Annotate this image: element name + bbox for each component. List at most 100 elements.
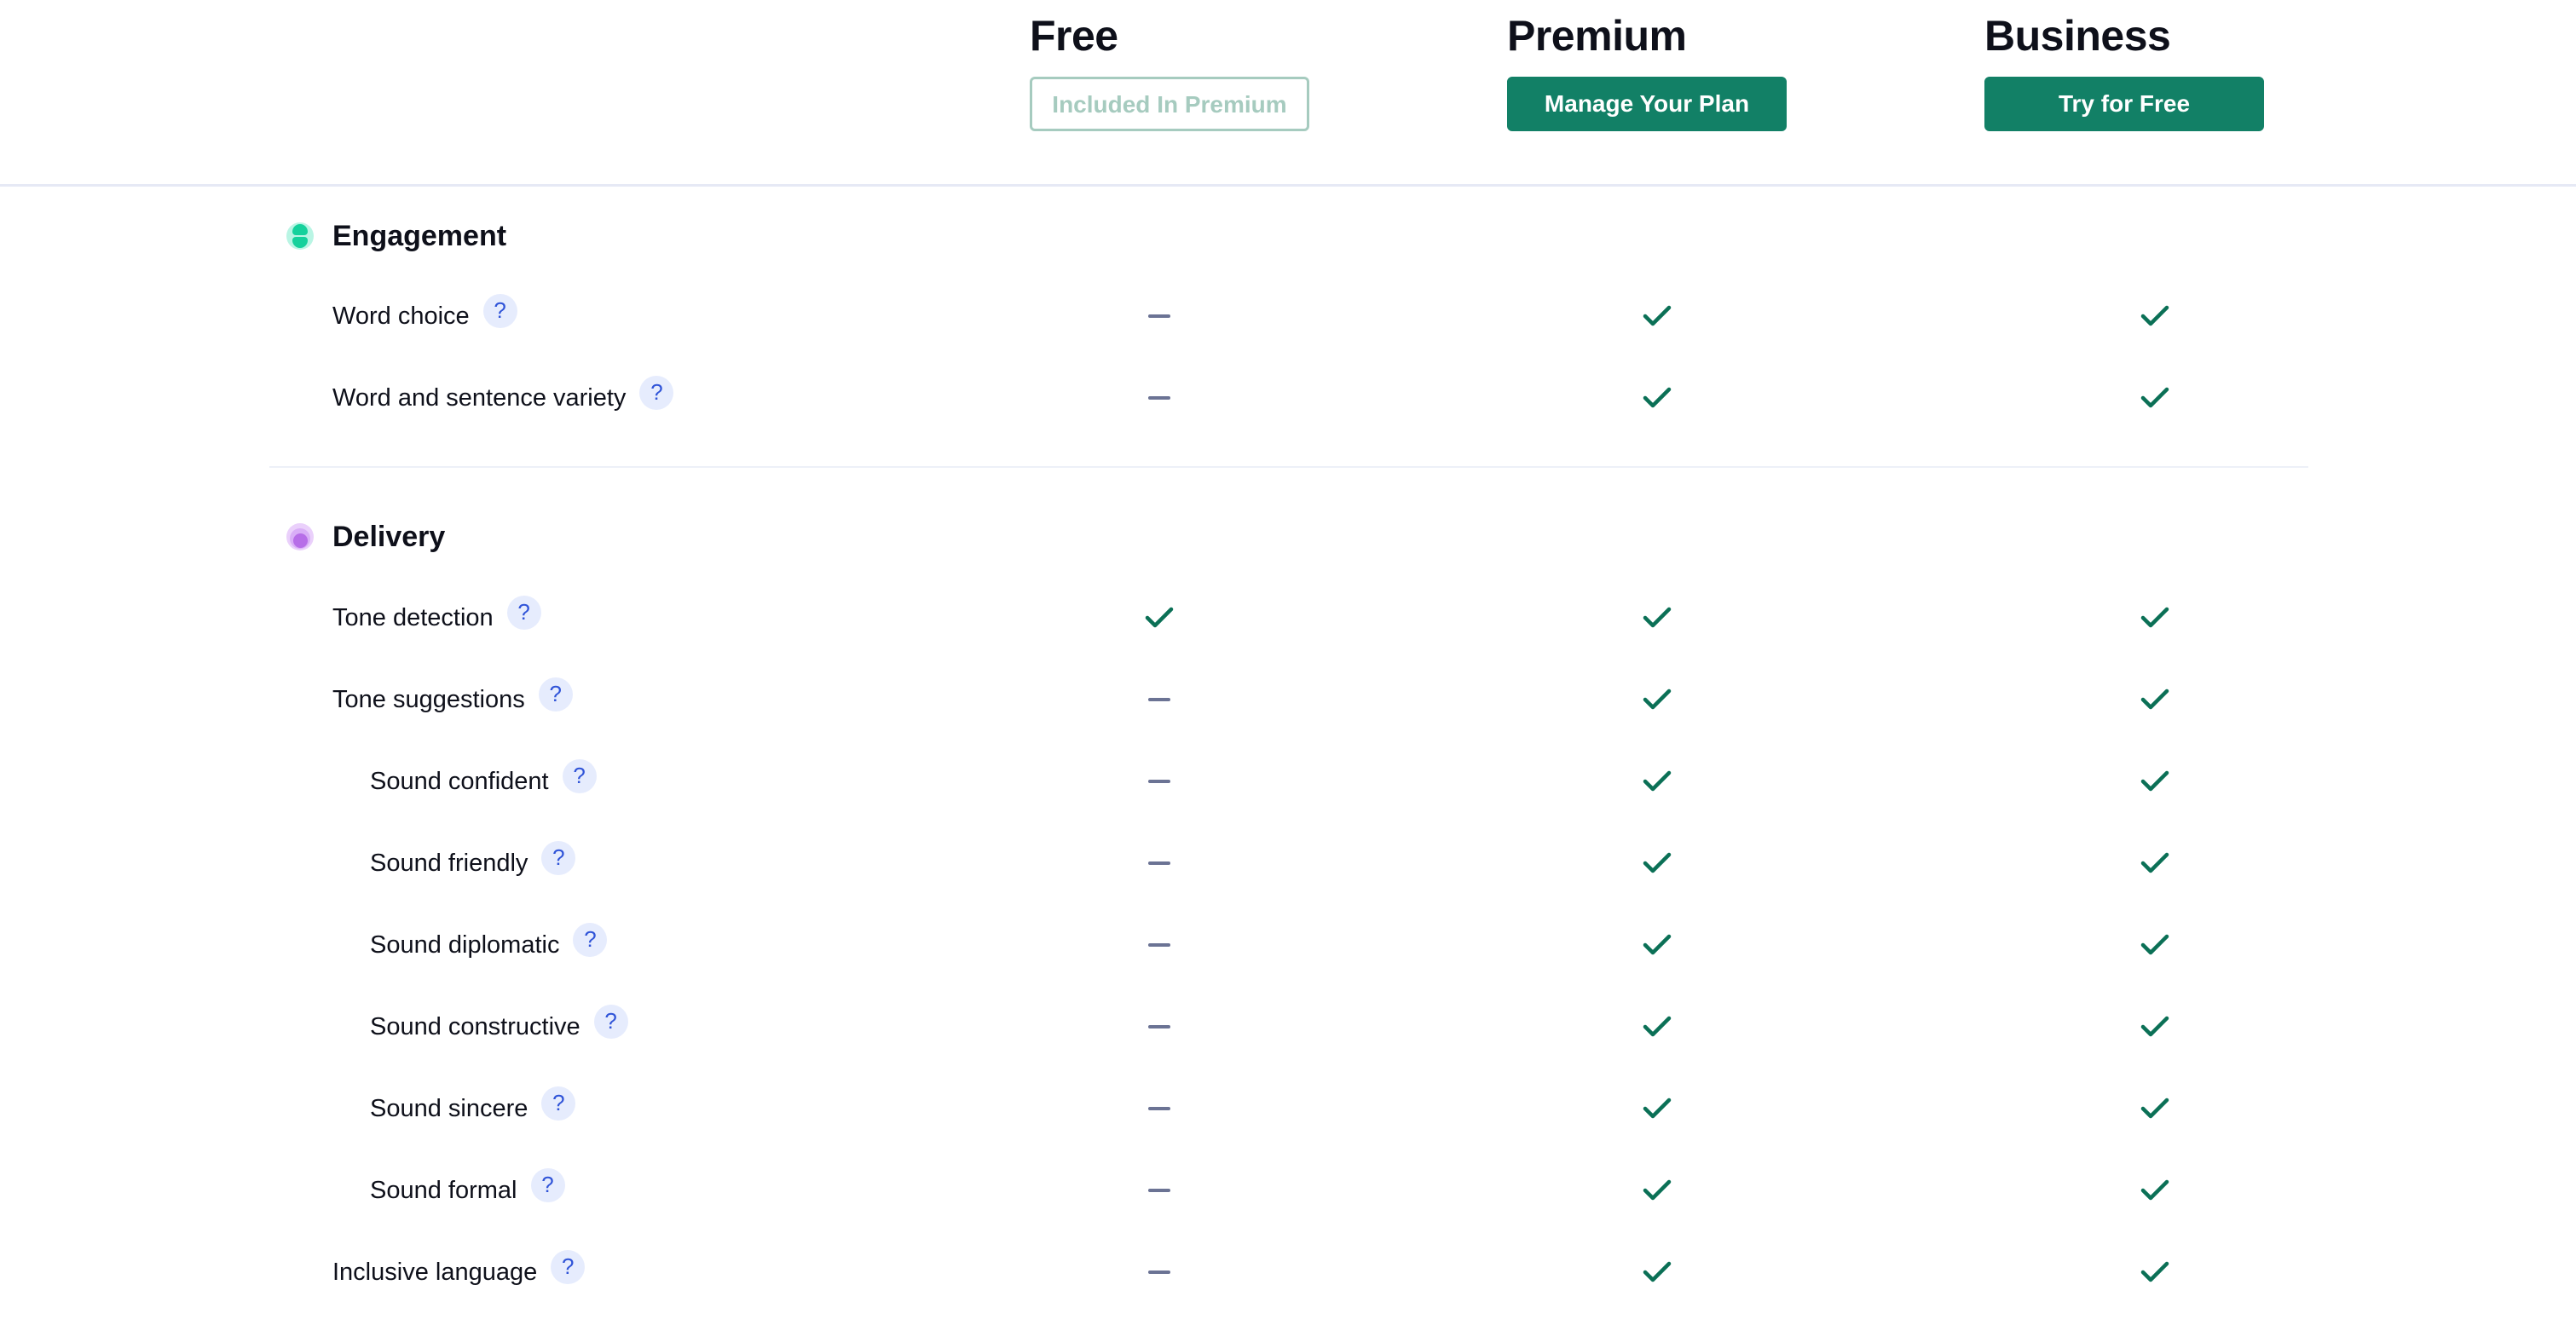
check-icon xyxy=(2140,606,2169,630)
dash-icon xyxy=(1148,698,1170,701)
dash-icon xyxy=(1148,314,1170,318)
check-icon xyxy=(2140,851,2169,875)
feature-name: Word choice xyxy=(332,302,470,330)
dash-icon xyxy=(1148,1189,1170,1192)
help-question-icon[interactable]: ? xyxy=(530,1168,565,1202)
help-question-icon[interactable]: ? xyxy=(551,1250,586,1284)
help-question-icon[interactable]: ? xyxy=(639,376,674,410)
help-question-icon[interactable]: ? xyxy=(538,677,573,712)
feature-name: Tone suggestions xyxy=(332,685,525,713)
check-icon xyxy=(1643,1260,1672,1284)
feature-name: Sound confident xyxy=(370,767,549,795)
dash-icon xyxy=(1148,861,1170,865)
feature-label: Sound friendly? xyxy=(370,838,576,889)
availability-premium xyxy=(1632,1247,1683,1298)
availability-free xyxy=(1134,838,1185,889)
section-header-delivery: Delivery xyxy=(286,511,445,562)
check-icon xyxy=(1145,606,1174,630)
plan-title-premium: Premium xyxy=(1507,12,1687,60)
availability-premium xyxy=(1632,756,1683,807)
check-icon xyxy=(1643,851,1672,875)
plan-comparison-page: Free Included In Premium Premium Manage … xyxy=(0,0,2576,1331)
feature-label: Tone detection? xyxy=(332,592,541,643)
availability-premium xyxy=(1632,838,1683,889)
availability-free xyxy=(1134,1083,1185,1134)
feature-label: Word choice? xyxy=(332,291,517,342)
dash-icon xyxy=(1148,1025,1170,1028)
availability-premium xyxy=(1632,674,1683,725)
delivery-icon xyxy=(286,523,314,550)
section-header-engagement: Engagement xyxy=(286,210,506,262)
check-icon xyxy=(2140,1097,2169,1121)
availability-free xyxy=(1134,1165,1185,1216)
check-icon xyxy=(2140,933,2169,957)
feature-name: Inclusive language xyxy=(332,1258,538,1286)
availability-free xyxy=(1134,1247,1185,1298)
feature-row: Sound confident? xyxy=(0,756,2576,807)
availability-business xyxy=(2129,756,2180,807)
feature-label: Sound confident? xyxy=(370,756,597,807)
check-icon xyxy=(2140,1015,2169,1039)
feature-name: Sound formal xyxy=(370,1176,517,1204)
dash-icon xyxy=(1148,396,1170,400)
availability-premium xyxy=(1632,919,1683,971)
availability-business xyxy=(2129,1001,2180,1052)
check-icon xyxy=(1643,688,1672,712)
availability-free xyxy=(1134,919,1185,971)
feature-row: Sound diplomatic? xyxy=(0,919,2576,971)
included-in-premium-button[interactable]: Included In Premium xyxy=(1030,77,1309,131)
feature-name: Sound sincere xyxy=(370,1094,528,1122)
help-question-icon[interactable]: ? xyxy=(593,1005,628,1039)
feature-label: Word and sentence variety? xyxy=(332,372,674,424)
check-icon xyxy=(2140,688,2169,712)
check-icon xyxy=(1643,933,1672,957)
help-question-icon[interactable]: ? xyxy=(541,841,576,875)
availability-free xyxy=(1134,372,1185,424)
check-icon xyxy=(1643,769,1672,793)
feature-label: Tone suggestions? xyxy=(332,674,573,725)
check-icon xyxy=(1643,386,1672,410)
availability-business xyxy=(2129,1247,2180,1298)
dash-icon xyxy=(1148,780,1170,783)
dash-icon xyxy=(1148,943,1170,947)
feature-row: Sound sincere? xyxy=(0,1083,2576,1134)
availability-business xyxy=(2129,919,2180,971)
plan-title-business: Business xyxy=(1984,12,2171,60)
feature-label: Sound diplomatic? xyxy=(370,919,608,971)
help-question-icon[interactable]: ? xyxy=(562,759,597,793)
availability-free xyxy=(1134,756,1185,807)
help-question-icon[interactable]: ? xyxy=(506,596,541,630)
section-divider xyxy=(269,466,2308,468)
engagement-icon xyxy=(286,222,314,250)
check-icon xyxy=(2140,1260,2169,1284)
feature-label: Sound constructive? xyxy=(370,1001,628,1052)
check-icon xyxy=(1643,1015,1672,1039)
check-icon xyxy=(1643,1097,1672,1121)
section-title: Delivery xyxy=(332,520,446,553)
help-question-icon[interactable]: ? xyxy=(541,1086,576,1121)
availability-business xyxy=(2129,592,2180,643)
feature-name: Sound constructive xyxy=(370,1012,580,1040)
check-icon xyxy=(2140,386,2169,410)
availability-business xyxy=(2129,838,2180,889)
availability-premium xyxy=(1632,592,1683,643)
plans-header: Free Included In Premium Premium Manage … xyxy=(0,0,2576,187)
feature-name: Word and sentence variety xyxy=(332,383,627,412)
availability-premium xyxy=(1632,1083,1683,1134)
availability-premium xyxy=(1632,291,1683,342)
availability-business xyxy=(2129,372,2180,424)
feature-row: Tone detection? xyxy=(0,592,2576,643)
availability-free xyxy=(1134,674,1185,725)
check-icon xyxy=(1643,304,1672,328)
try-for-free-button[interactable]: Try for Free xyxy=(1984,77,2264,131)
help-question-icon[interactable]: ? xyxy=(482,294,517,328)
help-question-icon[interactable]: ? xyxy=(573,923,608,957)
check-icon xyxy=(1643,606,1672,630)
feature-row: Word and sentence variety? xyxy=(0,372,2576,424)
manage-your-plan-button[interactable]: Manage Your Plan xyxy=(1507,77,1787,131)
check-icon xyxy=(1643,1178,1672,1202)
plan-title-free: Free xyxy=(1030,12,1118,60)
availability-business xyxy=(2129,1165,2180,1216)
feature-row: Sound constructive? xyxy=(0,1001,2576,1052)
feature-name: Tone detection xyxy=(332,603,494,631)
